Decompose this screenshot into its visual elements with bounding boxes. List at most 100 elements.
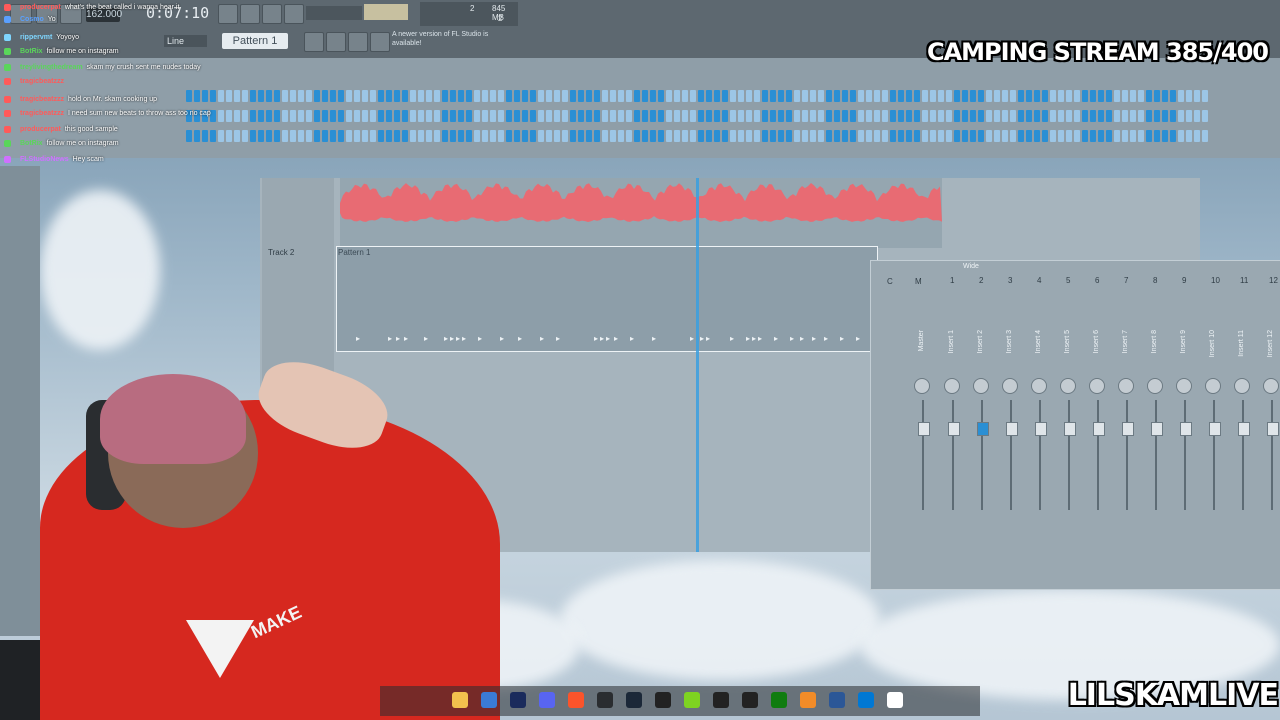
step-button[interactable] [874,110,880,122]
step-button[interactable] [626,130,632,142]
step-button[interactable] [1138,130,1144,142]
step-button[interactable] [826,110,832,122]
step-button[interactable] [1122,90,1128,102]
step-button[interactable] [738,110,744,122]
step-button[interactable] [1082,130,1088,142]
step-button[interactable] [1138,90,1144,102]
step-button[interactable] [1010,90,1016,102]
pan-knob[interactable] [1060,378,1076,394]
volume-fader[interactable] [1267,422,1279,436]
step-button[interactable] [242,110,248,122]
step-button[interactable] [434,90,440,102]
step-button[interactable] [314,130,320,142]
step-button[interactable] [658,110,664,122]
step-button[interactable] [482,130,488,142]
step-button[interactable] [370,130,376,142]
step-button[interactable] [594,90,600,102]
step-button[interactable] [210,90,216,102]
capcut-icon[interactable] [655,692,671,708]
step-button[interactable] [922,110,928,122]
step-button[interactable] [650,130,656,142]
step-button[interactable] [666,90,672,102]
step-button[interactable] [1106,130,1112,142]
step-button[interactable] [442,130,448,142]
step-button[interactable] [594,110,600,122]
step-button[interactable] [626,110,632,122]
step-button[interactable] [1066,90,1072,102]
calculator-icon[interactable] [829,692,845,708]
discord-icon[interactable] [539,692,555,708]
step-button[interactable] [874,90,880,102]
step-button[interactable] [330,130,336,142]
pan-knob[interactable] [1031,378,1047,394]
step-button[interactable] [722,90,728,102]
step-row[interactable] [186,110,1276,122]
step-button[interactable] [426,130,432,142]
step-button[interactable] [626,90,632,102]
4k-icon[interactable] [713,692,729,708]
step-button[interactable] [738,90,744,102]
step-button[interactable] [842,130,848,142]
step-button[interactable] [1058,110,1064,122]
brave-icon[interactable] [568,692,584,708]
step-button[interactable] [738,130,744,142]
step-button[interactable] [426,90,432,102]
pan-knob[interactable] [1176,378,1192,394]
step-button[interactable] [1162,110,1168,122]
step-button[interactable] [386,110,392,122]
step-button[interactable] [866,110,872,122]
photos-icon[interactable] [858,692,874,708]
obs-icon[interactable] [597,692,613,708]
step-button[interactable] [274,110,280,122]
steam-icon[interactable] [626,692,642,708]
capcut2-icon[interactable] [742,692,758,708]
step-button[interactable] [418,130,424,142]
step-button[interactable] [1026,130,1032,142]
step-button[interactable] [858,130,864,142]
step-button[interactable] [290,130,296,142]
step-button[interactable] [266,110,272,122]
step-button[interactable] [1074,130,1080,142]
step-button[interactable] [1010,110,1016,122]
step-button[interactable] [322,110,328,122]
step-button[interactable] [1178,110,1184,122]
step-button[interactable] [554,110,560,122]
step-button[interactable] [1082,90,1088,102]
step-button[interactable] [642,110,648,122]
photoshop-icon[interactable] [510,692,526,708]
step-button[interactable] [746,110,752,122]
step-button[interactable] [674,90,680,102]
step-button[interactable] [250,110,256,122]
tool-button[interactable] [218,4,238,24]
step-button[interactable] [898,90,904,102]
volume-fader[interactable] [918,422,930,436]
step-button[interactable] [490,110,496,122]
step-button[interactable] [794,130,800,142]
step-button[interactable] [914,110,920,122]
step-button[interactable] [898,130,904,142]
snap-select[interactable]: Line [164,35,207,47]
step-button[interactable] [1042,110,1048,122]
step-button[interactable] [970,110,976,122]
volume-fader[interactable] [1035,422,1047,436]
step-button[interactable] [658,130,664,142]
step-button[interactable] [1018,90,1024,102]
step-button[interactable] [466,110,472,122]
step-button[interactable] [906,130,912,142]
step-row[interactable] [186,90,1276,102]
step-button[interactable] [1010,130,1016,142]
step-button[interactable] [666,110,672,122]
step-button[interactable] [194,130,200,142]
step-button[interactable] [234,130,240,142]
step-button[interactable] [850,90,856,102]
step-button[interactable] [754,110,760,122]
step-button[interactable] [266,90,272,102]
step-button[interactable] [226,130,232,142]
step-button[interactable] [434,110,440,122]
volume-fader[interactable] [1006,422,1018,436]
step-button[interactable] [882,130,888,142]
step-button[interactable] [882,90,888,102]
step-button[interactable] [482,110,488,122]
step-button[interactable] [778,90,784,102]
step-button[interactable] [258,110,264,122]
